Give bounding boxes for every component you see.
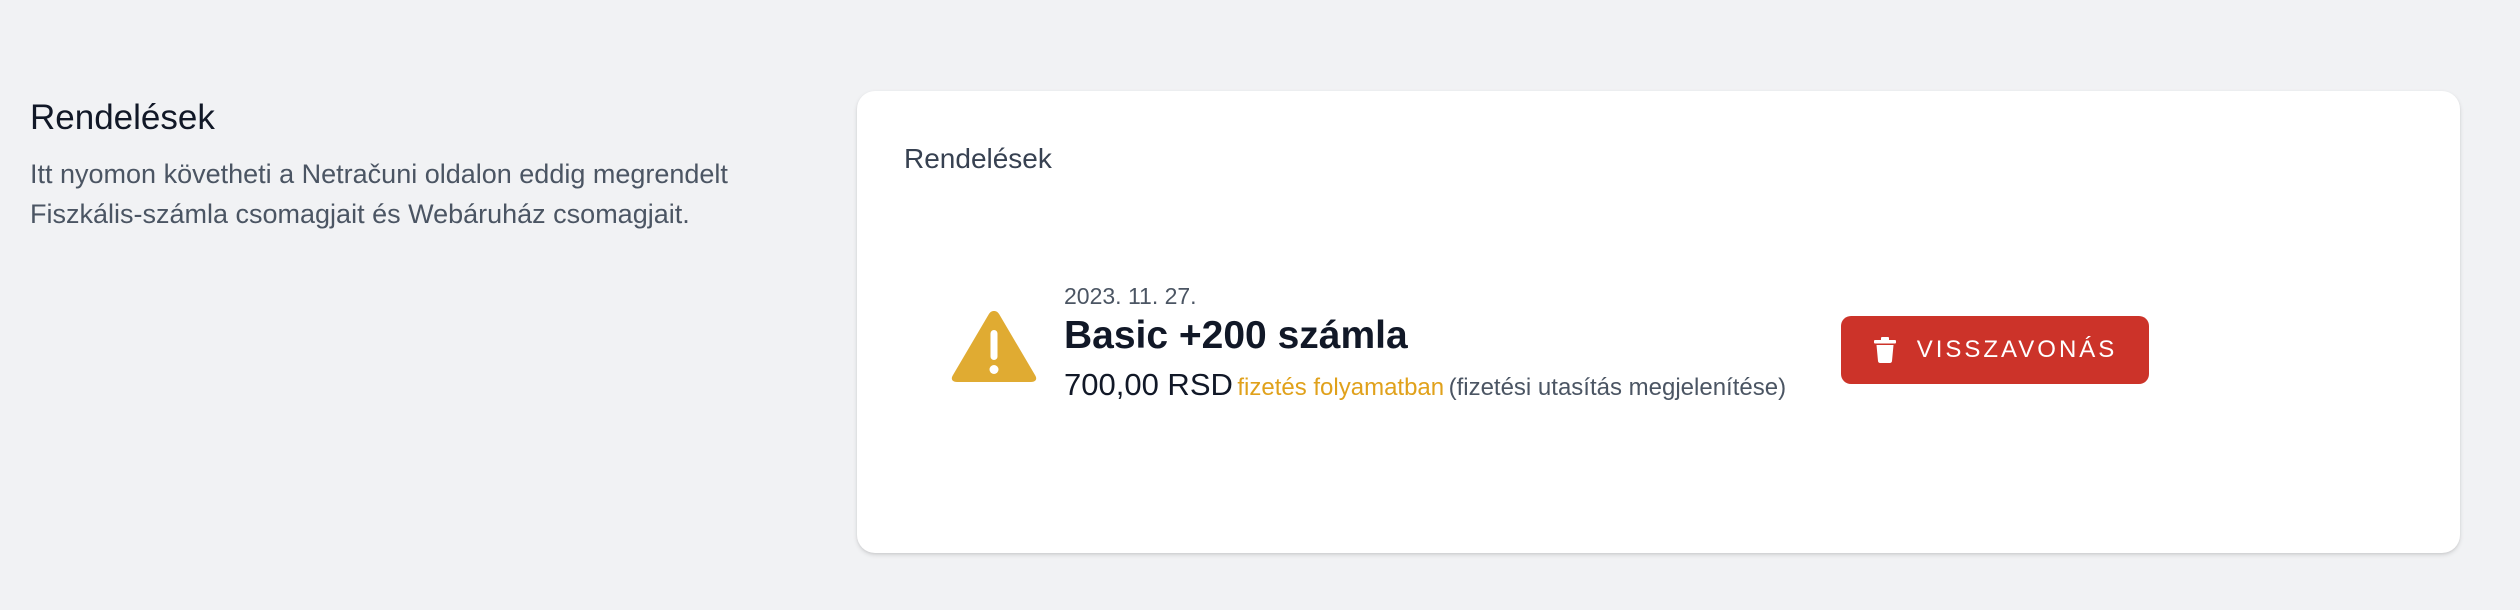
order-details: 700,00 RSD fizetés folyamatban (fizetési… xyxy=(1064,365,1786,411)
section-intro: Rendelések Itt nyomon követheti a Netrač… xyxy=(30,98,830,234)
section-description-line1: Itt nyomon követheti a Netračuni oldalon… xyxy=(30,159,728,189)
trash-icon xyxy=(1873,337,1896,363)
warning-icon xyxy=(951,311,1037,382)
order-name: Basic +200 számla xyxy=(1064,314,1408,357)
cancel-button-label: VISSZAVONÁS xyxy=(1916,336,2118,363)
orders-card: Rendelések 2023. 11. 27. Basic +200 szám… xyxy=(857,91,2460,553)
section-description: Itt nyomon követheti a Netračuni oldalon… xyxy=(30,154,830,234)
order-date: 2023. 11. 27. xyxy=(1064,283,1197,309)
card-title: Rendelések xyxy=(904,143,1052,174)
order-status: fizetés folyamatban xyxy=(1237,374,1445,401)
cancel-order-button[interactable]: VISSZAVONÁS xyxy=(1841,316,2149,384)
payment-instructions-link[interactable]: (fizetési utasítás megjelenítése) xyxy=(1449,374,1787,401)
section-description-line2: Fiszkális-számla csomagjait és Webáruház… xyxy=(30,199,690,229)
order-price: 700,00 RSD xyxy=(1064,367,1233,402)
section-title: Rendelések xyxy=(30,98,215,137)
